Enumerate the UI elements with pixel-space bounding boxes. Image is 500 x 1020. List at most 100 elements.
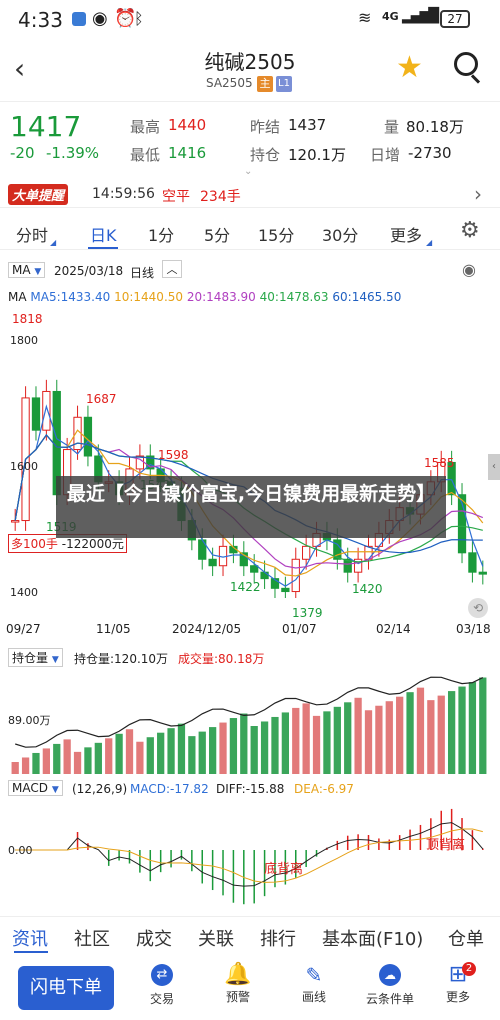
action-cloud-order[interactable]: ☁ 云条件单 xyxy=(360,962,420,1007)
volume-bar xyxy=(229,718,238,774)
volume-bar xyxy=(136,741,144,774)
diff-value: DIFF:-15.88 xyxy=(216,782,285,796)
volume-bar xyxy=(63,739,71,774)
search-icon-handle xyxy=(470,74,481,84)
action-more[interactable]: ⊞ 更多 xyxy=(428,962,488,1005)
contract-code: SA2505 xyxy=(206,76,253,90)
oi-indicator-label: 持仓量 xyxy=(12,651,49,665)
status-time: 4:33 xyxy=(18,8,63,32)
tab-news[interactable]: 资讯 xyxy=(12,925,48,951)
volume-bar xyxy=(240,713,248,774)
marker-1420: 1420 xyxy=(352,582,383,596)
volume-bar xyxy=(32,752,40,774)
tab-warehouse-receipt[interactable]: 仓单 xyxy=(448,925,484,951)
diff-line xyxy=(15,822,484,887)
quote-panel: 1417 -20 -1.39% 最高 1440 最低 1416 昨结 1437 … xyxy=(0,104,500,180)
action-trade-label: 交易 xyxy=(149,992,174,1006)
volume-stat: 成交量:80.18万 xyxy=(178,652,265,666)
volume-bar xyxy=(84,747,92,774)
settings-gear-icon[interactable]: ⚙ xyxy=(460,218,480,243)
date-label-0: 09/27 xyxy=(6,622,41,636)
marker-1598: 1598 xyxy=(158,448,189,462)
candle-body xyxy=(83,416,93,457)
y-axis-1600: 1600 xyxy=(10,460,38,473)
price-change-pct: -1.39% xyxy=(46,144,100,162)
volume-bar xyxy=(354,697,362,774)
alert-badge: 大单提醒 xyxy=(8,184,69,205)
active-tab-underline xyxy=(88,247,118,249)
volume-bar xyxy=(167,728,175,774)
action-cloud-order-label: 云条件单 xyxy=(365,992,414,1006)
search-icon[interactable] xyxy=(454,52,478,76)
cloud-order-icon: ☁ xyxy=(379,964,401,986)
macd-indicator-select[interactable]: MACD ▼ xyxy=(8,780,63,796)
expand-chevron-icon[interactable]: ⌄ xyxy=(244,166,252,177)
action-trade[interactable]: ⇄ 交易 xyxy=(132,962,192,1007)
reset-icon[interactable]: ⟲ xyxy=(468,598,488,618)
macd-indicator-label: MACD xyxy=(12,781,48,795)
network-4g-icon: 4G xyxy=(382,10,399,23)
tab-more[interactable]: 更多 xyxy=(390,222,422,246)
period-tabs: 分时 ◢ 日K 1分 5分 15分 30分 更多 ◢ ⚙ xyxy=(0,214,500,250)
marker-1585: 1585 xyxy=(424,456,455,470)
tab-30min[interactable]: 30分 xyxy=(322,222,358,246)
price-change: -20 xyxy=(10,144,35,162)
tab-15min[interactable]: 15分 xyxy=(258,222,294,246)
app-notification-icon xyxy=(72,12,86,26)
volume-bar xyxy=(11,762,19,774)
tab-related[interactable]: 关联 xyxy=(198,925,234,951)
star-icon[interactable]: ★ xyxy=(396,50,423,85)
oi-indicator-select[interactable]: 持仓量 ▼ xyxy=(8,648,63,667)
date-axis: 09/27 11/05 2024/12/05 01/07 02/14 03/18 xyxy=(0,622,500,642)
action-alert[interactable]: 🔔 预警 xyxy=(208,962,268,1005)
oi-y-label: 89.00万 xyxy=(8,714,51,727)
date-label-3: 01/07 xyxy=(282,622,317,636)
volume-bar xyxy=(42,748,51,774)
position-note-value: -122000元 xyxy=(61,537,124,551)
bluetooth-icon: ᛒ xyxy=(134,9,144,28)
volume-bar xyxy=(177,723,186,774)
more-badge: 2 xyxy=(462,962,476,976)
volume-bar xyxy=(396,696,404,774)
macd-y-label: 0.00 xyxy=(8,844,33,857)
wifi-icon: ≋ xyxy=(358,8,372,27)
prev-settle-label: 昨结 xyxy=(250,118,281,136)
action-draw-label: 画线 xyxy=(301,990,326,1004)
marker-1687: 1687 xyxy=(86,392,117,406)
news-tab-underline xyxy=(14,951,48,953)
volume-bar xyxy=(312,715,321,774)
date-label-4: 02/14 xyxy=(376,622,411,636)
flash-order-button[interactable]: 闪电下单 xyxy=(18,966,114,1010)
tab-community[interactable]: 社区 xyxy=(74,925,110,951)
tab-fenshi[interactable]: 分时 xyxy=(16,222,48,246)
l1-badge: L1 xyxy=(276,76,292,92)
big-order-alert[interactable]: 大单提醒 14:59:56 空平 234手 › xyxy=(0,182,500,208)
battery-indicator: 27 xyxy=(440,10,470,28)
marker-1422: 1422 xyxy=(230,580,261,594)
tab-fundamentals[interactable]: 基本面(F10) xyxy=(322,925,423,951)
tab-1min[interactable]: 1分 xyxy=(148,222,174,246)
action-draw[interactable]: ✎ 画线 xyxy=(284,962,344,1005)
volume-bar xyxy=(21,757,30,774)
volume-label: 量 xyxy=(384,118,400,136)
tab-ranking[interactable]: 排行 xyxy=(260,925,296,951)
status-bar: 4:33 ◉ ⏰ ᛒ ≋ 4G ▂▄▆█ 27 xyxy=(0,0,500,40)
dea-line xyxy=(15,828,483,883)
candle-body xyxy=(281,587,290,593)
side-expand-icon[interactable]: ‹ xyxy=(488,454,500,480)
marker-1818: 1818 xyxy=(12,312,43,326)
tab-trades[interactable]: 成交 xyxy=(136,925,172,951)
top-divergence-label: 顶背离 xyxy=(426,838,466,853)
tab-5min[interactable]: 5分 xyxy=(204,222,230,246)
volume-bar xyxy=(125,729,134,774)
tab-more-dropdown-icon: ◢ xyxy=(426,238,433,247)
more-grid-icon: ⊞ xyxy=(448,962,468,987)
candle-body xyxy=(250,565,259,573)
volume-bar xyxy=(437,695,445,774)
volume-bar xyxy=(468,682,477,774)
bottom-divergence-label: 底背离 xyxy=(264,862,304,877)
volume-bar xyxy=(416,687,425,774)
volume-bar xyxy=(219,722,227,774)
macd-dropdown-icon: ▼ xyxy=(51,785,59,795)
tab-daily-k[interactable]: 日K xyxy=(90,222,117,246)
